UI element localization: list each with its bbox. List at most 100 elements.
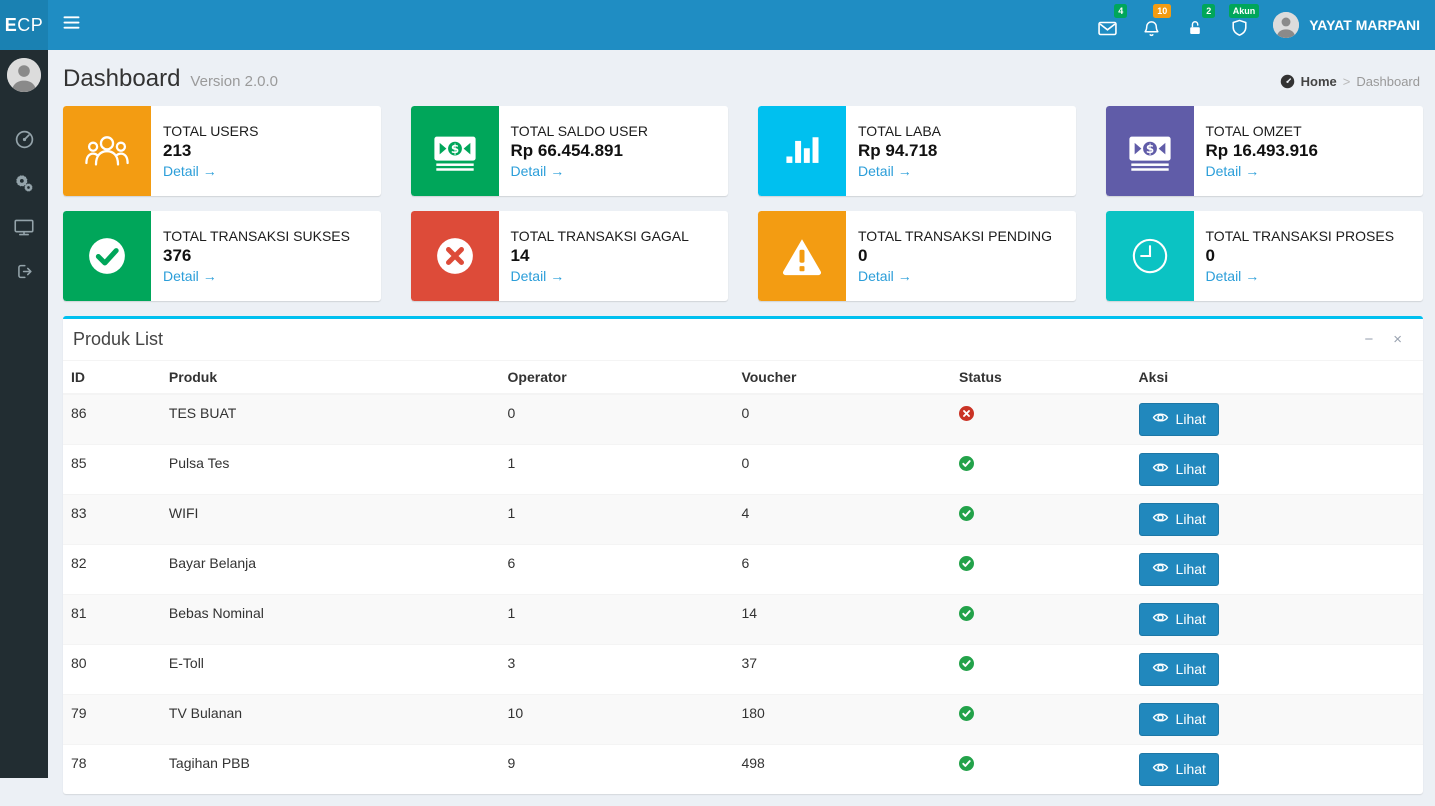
lihat-button[interactable]: Lihat (1139, 453, 1219, 486)
cell-voucher: 14 (733, 595, 951, 645)
nav-messages[interactable]: 4 (1085, 0, 1129, 50)
eye-icon (1152, 710, 1169, 729)
status-active-icon (959, 556, 974, 571)
nav-notifications[interactable]: 10 (1129, 0, 1173, 50)
detail-link[interactable]: Detail→ (858, 268, 1052, 284)
detail-link[interactable]: Detail→ (511, 268, 689, 284)
logout-icon (15, 263, 33, 285)
arrow-right-icon: → (898, 268, 912, 284)
breadcrumb-home-link[interactable]: Home (1301, 74, 1337, 89)
envelope-icon (1098, 21, 1117, 36)
table-row-79: 79 TV Bulanan 10 180 Lihat (63, 695, 1423, 745)
detail-link[interactable]: Detail→ (1206, 268, 1395, 284)
sidebar-item-settings[interactable] (0, 164, 48, 208)
detail-link[interactable]: Detail→ (1206, 163, 1318, 179)
warning-icon (758, 211, 846, 301)
cell-voucher: 6 (733, 545, 951, 595)
cell-status (951, 745, 1131, 795)
cell-id: 79 (63, 695, 161, 745)
cell-operator: 10 (500, 695, 734, 745)
table-row-86: 86 TES BUAT 0 0 Lihat (63, 394, 1423, 445)
info-box-value: 0 (858, 246, 1052, 266)
sidebar-item-monitoring[interactable] (0, 208, 48, 252)
notification-badge: 10 (1153, 4, 1171, 18)
unlock-icon (1187, 20, 1203, 36)
detail-link[interactable]: Detail→ (163, 163, 258, 179)
arrow-right-icon: → (550, 268, 564, 284)
panel-title: Produk List (73, 329, 163, 350)
lihat-button[interactable]: Lihat (1139, 503, 1219, 536)
cell-voucher: 4 (733, 495, 951, 545)
col-aksi: Aksi (1131, 361, 1423, 394)
shield-icon (1231, 19, 1248, 37)
col-produk: Produk (161, 361, 500, 394)
status-active-icon (959, 506, 974, 521)
arrow-right-icon: → (203, 268, 217, 284)
info-box-label: TOTAL SALDO USER (511, 123, 648, 139)
arrow-right-icon: → (1245, 268, 1259, 284)
cell-produk: WIFI (161, 495, 500, 545)
col-id: ID (63, 361, 161, 394)
info-box-label: TOTAL TRANSAKSI SUKSES (163, 228, 350, 244)
info-box: TOTAL TRANSAKSI PENDING 0 Detail→ (758, 211, 1076, 301)
collapse-icon[interactable]: − (1359, 330, 1378, 349)
cell-status (951, 394, 1131, 445)
cell-id: 83 (63, 495, 161, 545)
eye-icon (1152, 510, 1169, 529)
svg-text:$: $ (450, 142, 458, 156)
info-box-grid: TOTAL USERS 213 Detail→ $ TOTAL SALDO US… (63, 106, 1423, 301)
sidebar-toggle-button[interactable] (48, 0, 94, 50)
cell-status (951, 695, 1131, 745)
panel-header: Produk List − × (63, 319, 1423, 361)
eye-icon (1152, 610, 1169, 629)
cell-voucher: 498 (733, 745, 951, 795)
navbar-right: 4 10 2 Akun YAYAT MARPANI (1085, 0, 1435, 50)
detail-link[interactable]: Detail→ (511, 163, 648, 179)
lihat-button[interactable]: Lihat (1139, 753, 1219, 786)
sidebar-avatar[interactable] (7, 58, 41, 92)
cell-voucher: 0 (733, 394, 951, 445)
bell-icon (1143, 20, 1160, 37)
detail-link[interactable]: Detail→ (163, 268, 350, 284)
cell-produk: E-Toll (161, 645, 500, 695)
cell-aksi: Lihat (1131, 445, 1423, 495)
info-box-label: TOTAL OMZET (1206, 123, 1318, 139)
svg-text:$: $ (1145, 142, 1153, 156)
cell-produk: Bebas Nominal (161, 595, 500, 645)
lihat-button[interactable]: Lihat (1139, 653, 1219, 686)
sidebar-item-logout[interactable] (0, 252, 48, 296)
cell-operator: 6 (500, 545, 734, 595)
status-active-icon (959, 656, 974, 671)
cell-voucher: 37 (733, 645, 951, 695)
lihat-button[interactable]: Lihat (1139, 403, 1219, 436)
app-logo[interactable]: ECP (0, 0, 48, 50)
lihat-button[interactable]: Lihat (1139, 553, 1219, 586)
info-box: TOTAL USERS 213 Detail→ (63, 106, 381, 196)
cell-voucher: 180 (733, 695, 951, 745)
info-box: $ TOTAL SALDO USER Rp 66.454.891 Detail→ (411, 106, 729, 196)
cell-aksi: Lihat (1131, 595, 1423, 645)
nav-locks[interactable]: 2 (1173, 0, 1217, 50)
info-box: $ TOTAL OMZET Rp 16.493.916 Detail→ (1106, 106, 1424, 196)
cell-aksi: Lihat (1131, 495, 1423, 545)
cell-operator: 0 (500, 394, 734, 445)
cell-id: 80 (63, 645, 161, 695)
lihat-button[interactable]: Lihat (1139, 703, 1219, 736)
app-logo-bold: E (5, 15, 18, 36)
money-icon: $ (1106, 106, 1194, 196)
sidebar-item-dashboard[interactable] (0, 120, 48, 164)
detail-link[interactable]: Detail→ (858, 163, 941, 179)
produk-table: ID Produk Operator Voucher Status Aksi 8… (63, 361, 1423, 794)
nav-account[interactable]: Akun (1217, 0, 1261, 50)
close-icon[interactable]: × (1388, 330, 1407, 349)
col-operator: Operator (500, 361, 734, 394)
cell-aksi: Lihat (1131, 645, 1423, 695)
status-inactive-icon (959, 406, 974, 421)
arrow-right-icon: → (203, 163, 217, 179)
cell-status (951, 645, 1131, 695)
cell-id: 81 (63, 595, 161, 645)
cell-operator: 1 (500, 595, 734, 645)
cell-aksi: Lihat (1131, 695, 1423, 745)
lihat-button[interactable]: Lihat (1139, 603, 1219, 636)
user-menu[interactable]: YAYAT MARPANI (1261, 0, 1435, 50)
